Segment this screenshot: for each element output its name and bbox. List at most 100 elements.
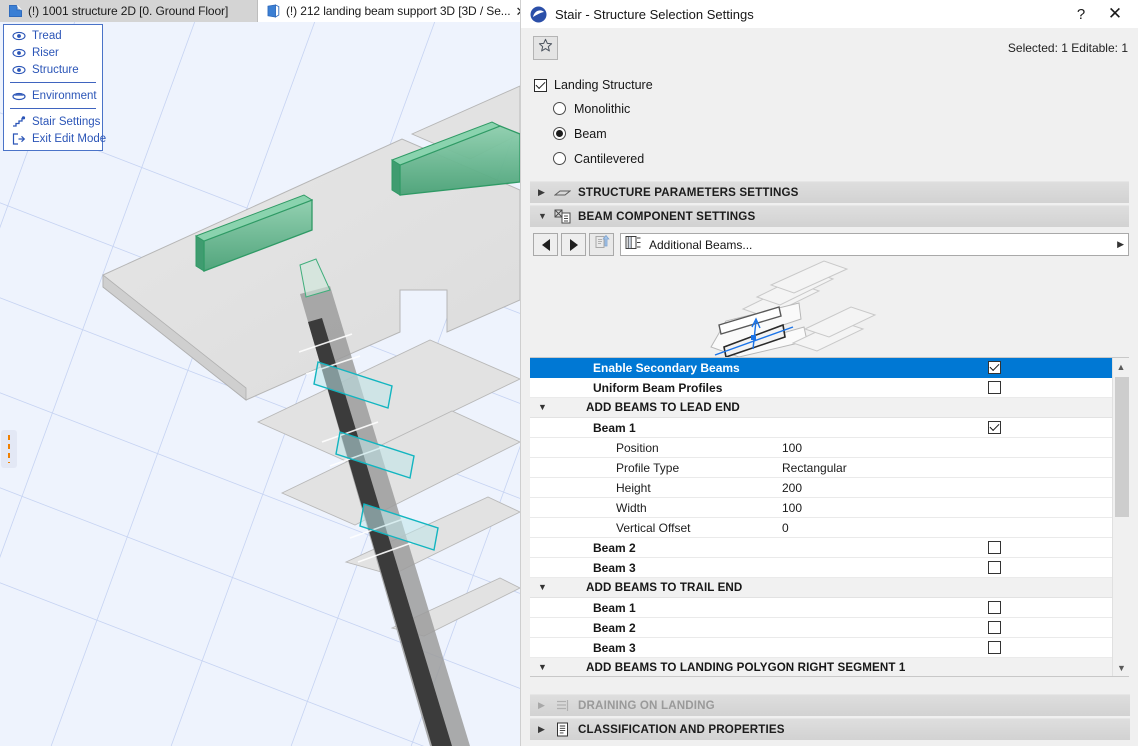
table-row[interactable]: Beam 2 — [530, 618, 1112, 638]
tab-1001-structure-2d[interactable]: (!) 1001 structure 2D [0. Ground Floor] — [0, 0, 258, 22]
table-row-checkbox[interactable] — [988, 641, 1001, 654]
table-row[interactable]: Position100 — [530, 438, 1112, 458]
table-row-checkbox[interactable] — [988, 561, 1001, 574]
structure-params-icon — [554, 185, 571, 201]
beam-preset-combobox[interactable]: Additional Beams... ▶ — [620, 233, 1129, 256]
table-row[interactable]: Beam 3 — [530, 638, 1112, 658]
chevron-down-icon[interactable]: ▼ — [538, 583, 548, 592]
checkbox[interactable] — [988, 641, 1001, 654]
table-row-checkbox[interactable] — [988, 541, 1001, 554]
table-row-label: ADD BEAMS TO LANDING POLYGON RIGHT SEGME… — [586, 661, 905, 674]
chevron-right-icon[interactable]: ▶ — [538, 188, 547, 197]
chevron-down-icon[interactable]: ▼ — [538, 663, 548, 672]
radio-button[interactable] — [553, 102, 566, 115]
palette-item-label: Tread — [32, 30, 62, 42]
scroll-up-button[interactable]: ▲ — [1113, 358, 1129, 375]
landing-structure-label: Landing Structure — [554, 78, 653, 92]
next-button[interactable] — [561, 233, 586, 256]
checkbox[interactable] — [988, 381, 1001, 394]
palette-item-exit-edit-mode[interactable]: Exit Edit Mode — [4, 130, 102, 147]
tab-label: (!) 1001 structure 2D [0. Ground Floor] — [28, 4, 228, 18]
palette-item-structure[interactable]: Structure — [4, 61, 102, 78]
document-tab-bar: (!) 1001 structure 2D [0. Ground Floor] … — [0, 0, 520, 22]
triangle-right-icon — [570, 239, 578, 251]
table-row[interactable]: Width 100 — [530, 498, 1112, 518]
table-row-checkbox[interactable] — [988, 601, 1001, 614]
palette-item-environment[interactable]: Environment — [4, 87, 102, 104]
close-icon[interactable]: ✕ — [1102, 2, 1128, 26]
section-draining-on-landing[interactable]: ▶ DRAINING ON LANDING — [530, 694, 1130, 716]
radio-monolithic[interactable]: Monolithic — [534, 96, 1138, 121]
scrollbar-thumb[interactable] — [1115, 377, 1129, 517]
table-scrollbar[interactable]: ▲ ▼ — [1112, 358, 1129, 676]
checkbox[interactable] — [988, 621, 1001, 634]
drag-grip-icon — [8, 435, 10, 463]
table-row[interactable]: Height200 — [530, 478, 1112, 498]
section-classification-and-properties[interactable]: ▶ CLASSIFICATION AND PROPERTIES — [530, 718, 1130, 740]
chevron-right-icon[interactable]: ▶ — [538, 725, 547, 734]
chevron-right-icon[interactable]: ▶ — [1117, 239, 1124, 250]
palette-item-stair-settings[interactable]: Stair Settings — [4, 113, 102, 130]
landing-structure-checkbox-row[interactable]: Landing Structure — [534, 74, 1138, 96]
structure-selection-settings-dialog: Stair - Structure Selection Settings ? ✕… — [520, 0, 1138, 746]
table-row-label: Width — [616, 501, 647, 515]
chevron-right-icon[interactable]: ▶ — [538, 701, 547, 710]
section-beam-component[interactable]: ▼ BEAM COMPONENT SETTINGS — [530, 205, 1129, 227]
section-label: STRUCTURE PARAMETERS SETTINGS — [578, 186, 799, 199]
beam-preview[interactable] — [521, 259, 1138, 357]
table-row-value[interactable]: 100 — [782, 441, 802, 455]
table-row[interactable]: Beam 1 — [530, 418, 1112, 438]
radio-label: Cantilevered — [574, 152, 644, 166]
table-row[interactable]: Beam 3 — [530, 558, 1112, 578]
checkbox[interactable] — [988, 361, 1001, 374]
table-row-checkbox[interactable] — [988, 381, 1001, 394]
checkbox[interactable] — [988, 541, 1001, 554]
table-group-row[interactable]: ▼ADD BEAMS TO LEAD END — [530, 398, 1112, 418]
previous-button[interactable] — [533, 233, 558, 256]
table-group-row[interactable]: ▼ADD BEAMS TO TRAIL END — [530, 578, 1112, 598]
favorites-button[interactable] — [533, 36, 558, 60]
table-row[interactable]: Profile TypeRectangular — [530, 458, 1112, 478]
table-row-value[interactable]: 100 — [782, 501, 802, 515]
table-row[interactable]: Vertical Offset0 — [530, 518, 1112, 538]
help-button[interactable]: ? — [1068, 2, 1094, 26]
tab-212-landing-beam-support-3d[interactable]: (!) 212 landing beam support 3D [3D / Se… — [258, 0, 520, 22]
palette-divider — [10, 82, 96, 83]
checkbox[interactable] — [988, 601, 1001, 614]
landing-structure-options: Landing Structure Monolithic Beam Cantil… — [521, 68, 1138, 181]
checkbox[interactable] — [988, 561, 1001, 574]
table-row-value[interactable]: 200 — [782, 481, 802, 495]
table-row-checkbox[interactable] — [988, 421, 1001, 434]
table-row[interactable]: Beam 2 — [530, 538, 1112, 558]
palette-item-tread[interactable]: Tread — [4, 27, 102, 44]
copy-settings-button[interactable] — [589, 233, 614, 256]
section-label: CLASSIFICATION AND PROPERTIES — [578, 723, 785, 736]
stair-edit-palette: Tread Riser Structure Environment — [3, 24, 103, 151]
radio-button[interactable] — [553, 127, 566, 140]
chevron-down-icon[interactable]: ▼ — [538, 212, 547, 221]
checkbox[interactable] — [988, 421, 1001, 434]
radio-cantilevered[interactable]: Cantilevered — [534, 146, 1138, 171]
table-group-row[interactable]: ▼ ADD BEAMS TO LANDING POLYGON RIGHT SEGM… — [530, 658, 1112, 677]
table-row-value[interactable]: 0 — [782, 521, 789, 535]
landing-structure-checkbox[interactable] — [534, 79, 547, 92]
table-row[interactable]: Uniform Beam Profiles — [530, 378, 1112, 398]
radio-beam[interactable]: Beam — [534, 121, 1138, 146]
radio-button[interactable] — [553, 152, 566, 165]
table-row[interactable]: Enable Secondary Beams — [530, 358, 1112, 378]
beam-parameters-table[interactable]: Enable Secondary BeamsUniform Beam Profi… — [530, 357, 1129, 677]
palette-item-label: Exit Edit Mode — [32, 133, 106, 145]
table-row-checkbox[interactable] — [988, 361, 1001, 374]
pane-resize-handle[interactable] — [1, 430, 17, 468]
eye-icon — [12, 47, 26, 59]
favorites-row: Selected: 1 Editable: 1 — [521, 28, 1138, 68]
palette-divider — [10, 108, 96, 109]
table-row-value[interactable]: Rectangular — [782, 461, 847, 475]
scroll-down-button[interactable]: ▼ — [1113, 659, 1129, 676]
table-row[interactable]: Beam 1 — [530, 598, 1112, 618]
section-structure-parameters[interactable]: ▶ STRUCTURE PARAMETERS SETTINGS — [530, 181, 1129, 203]
eye-icon — [12, 64, 26, 76]
table-row-checkbox[interactable] — [988, 621, 1001, 634]
palette-item-riser[interactable]: Riser — [4, 44, 102, 61]
chevron-down-icon[interactable]: ▼ — [538, 403, 548, 412]
